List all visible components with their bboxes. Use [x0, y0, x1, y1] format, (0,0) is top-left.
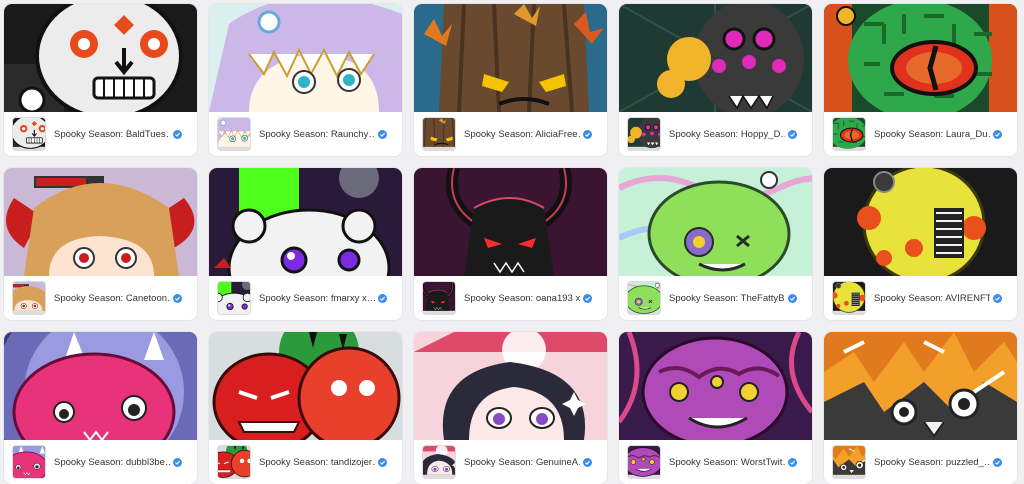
nft-card-footer: Spooky Season: puzzled_…	[824, 440, 1017, 484]
creator-avatar[interactable]	[627, 281, 661, 315]
creator-avatar[interactable]	[12, 117, 46, 151]
nft-title[interactable]: Spooky Season: Raunchy…	[259, 129, 375, 140]
creator-avatar[interactable]	[627, 445, 661, 479]
nft-card-footer: Spooky Season: Hoppy_D…	[619, 112, 812, 156]
nft-artwork-image[interactable]	[414, 332, 607, 440]
verified-check-icon	[378, 293, 387, 303]
verified-check-icon	[993, 293, 1002, 303]
nft-card-footer: Spooky Season: Canetoon…	[4, 276, 197, 320]
nft-card-footer: Spooky Season: Raunchy…	[209, 112, 402, 156]
nft-title[interactable]: Spooky Season: puzzled_…	[874, 457, 990, 468]
nft-title[interactable]: Spooky Season: Laura_Du…	[874, 129, 990, 140]
nft-card[interactable]: Spooky Season: TheFattyB…	[619, 168, 812, 320]
nft-artwork-image[interactable]	[619, 332, 812, 440]
verified-check-icon	[173, 457, 182, 467]
nft-artwork-image[interactable]	[414, 168, 607, 276]
nft-artwork-image[interactable]	[414, 4, 607, 112]
nft-title[interactable]: Spooky Season: fmarxy x…	[259, 293, 375, 304]
creator-avatar[interactable]	[832, 117, 866, 151]
nft-artwork-image[interactable]	[619, 4, 812, 112]
nft-card[interactable]: Spooky Season: oana193 x…	[414, 168, 607, 320]
nft-card-footer: Spooky Season: oana193 x…	[414, 276, 607, 320]
creator-avatar[interactable]	[12, 281, 46, 315]
nft-title[interactable]: Spooky Season: TheFattyB…	[669, 293, 785, 304]
nft-artwork-image[interactable]	[824, 332, 1017, 440]
nft-card-footer: Spooky Season: TheFattyB…	[619, 276, 812, 320]
creator-avatar[interactable]	[422, 117, 456, 151]
nft-card-footer: Spooky Season: Laura_Du…	[824, 112, 1017, 156]
nft-title[interactable]: Spooky Season: tandizojer…	[259, 457, 375, 468]
verified-check-icon	[788, 457, 797, 467]
nft-card-footer: Spooky Season: AVIRENFT…	[824, 276, 1017, 320]
verified-check-icon	[378, 457, 387, 467]
nft-card[interactable]: Spooky Season: Hoppy_D…	[619, 4, 812, 156]
nft-card-footer: Spooky Season: tandizojer…	[209, 440, 402, 484]
creator-avatar[interactable]	[217, 445, 251, 479]
nft-artwork-image[interactable]	[824, 4, 1017, 112]
verified-check-icon	[583, 293, 592, 303]
nft-title[interactable]: Spooky Season: AliciaFree…	[464, 129, 580, 140]
nft-title[interactable]: Spooky Season: Canetoon…	[54, 293, 170, 304]
nft-title[interactable]: Spooky Season: Hoppy_D…	[669, 129, 785, 140]
nft-card[interactable]: Spooky Season: BaldTues…	[4, 4, 197, 156]
creator-avatar[interactable]	[832, 281, 866, 315]
nft-card-footer: Spooky Season: dubbl3be…	[4, 440, 197, 484]
nft-title[interactable]: Spooky Season: BaldTues…	[54, 129, 170, 140]
verified-check-icon	[583, 457, 592, 467]
verified-check-icon	[993, 457, 1002, 467]
nft-title[interactable]: Spooky Season: dubbl3be…	[54, 457, 170, 468]
nft-card[interactable]: Spooky Season: puzzled_…	[824, 332, 1017, 484]
creator-avatar[interactable]	[422, 445, 456, 479]
nft-card[interactable]: Spooky Season: Canetoon…	[4, 168, 197, 320]
nft-card[interactable]: Spooky Season: tandizojer…	[209, 332, 402, 484]
nft-title[interactable]: Spooky Season: WorstTwit…	[669, 457, 785, 468]
nft-artwork-image[interactable]	[209, 4, 402, 112]
nft-title[interactable]: Spooky Season: oana193 x…	[464, 293, 580, 304]
nft-card-footer: Spooky Season: BaldTues…	[4, 112, 197, 156]
nft-card-footer: Spooky Season: GenuineA…	[414, 440, 607, 484]
nft-card-footer: Spooky Season: AliciaFree…	[414, 112, 607, 156]
creator-avatar[interactable]	[422, 281, 456, 315]
nft-artwork-image[interactable]	[4, 332, 197, 440]
verified-check-icon	[173, 293, 182, 303]
nft-title[interactable]: Spooky Season: AVIRENFT…	[874, 293, 990, 304]
nft-card[interactable]: Spooky Season: fmarxy x…	[209, 168, 402, 320]
nft-card[interactable]: Spooky Season: AliciaFree…	[414, 4, 607, 156]
nft-card[interactable]: Spooky Season: Laura_Du…	[824, 4, 1017, 156]
verified-check-icon	[173, 129, 182, 139]
nft-gallery-grid: Spooky Season: BaldTues… Spooky Season: …	[4, 4, 1017, 484]
nft-card-footer: Spooky Season: fmarxy x…	[209, 276, 402, 320]
nft-card[interactable]: Spooky Season: GenuineA…	[414, 332, 607, 484]
nft-card-footer: Spooky Season: WorstTwit…	[619, 440, 812, 484]
creator-avatar[interactable]	[217, 117, 251, 151]
nft-artwork-image[interactable]	[4, 168, 197, 276]
nft-artwork-image[interactable]	[4, 4, 197, 112]
nft-card[interactable]: Spooky Season: AVIRENFT…	[824, 168, 1017, 320]
creator-avatar[interactable]	[217, 281, 251, 315]
nft-card[interactable]: Spooky Season: WorstTwit…	[619, 332, 812, 484]
nft-card[interactable]: Spooky Season: Raunchy…	[209, 4, 402, 156]
verified-check-icon	[788, 129, 797, 139]
verified-check-icon	[583, 129, 592, 139]
nft-card[interactable]: Spooky Season: dubbl3be…	[4, 332, 197, 484]
nft-artwork-image[interactable]	[209, 332, 402, 440]
creator-avatar[interactable]	[627, 117, 661, 151]
verified-check-icon	[378, 129, 387, 139]
nft-artwork-image[interactable]	[824, 168, 1017, 276]
creator-avatar[interactable]	[12, 445, 46, 479]
nft-artwork-image[interactable]	[209, 168, 402, 276]
verified-check-icon	[993, 129, 1002, 139]
nft-artwork-image[interactable]	[619, 168, 812, 276]
creator-avatar[interactable]	[832, 445, 866, 479]
nft-title[interactable]: Spooky Season: GenuineA…	[464, 457, 580, 468]
verified-check-icon	[788, 293, 797, 303]
